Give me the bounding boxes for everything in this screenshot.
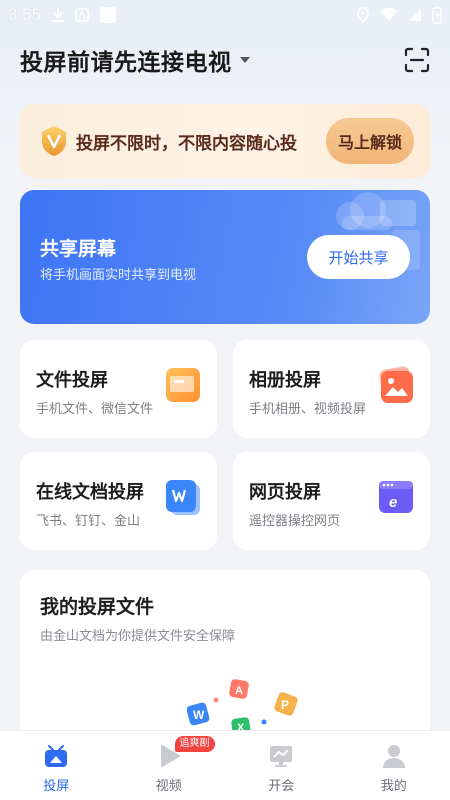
square-notification-icon [100, 7, 117, 23]
online-doc-cast-card[interactable]: 在线文档投屏 飞书、钉钉、金山 [20, 452, 217, 550]
file-cast-card[interactable]: 文件投屏 手机文件、微信文件 [20, 340, 217, 438]
svg-text:W: W [193, 708, 205, 722]
feature-subtitle: 手机文件、微信文件 [36, 402, 154, 417]
tab-label: 我的 [380, 779, 407, 794]
signal-icon [409, 9, 421, 21]
vip-diamond-icon [42, 126, 66, 156]
feature-title: 网页投屏 [249, 482, 321, 503]
meeting-screen-icon [270, 746, 293, 767]
hot-drama-badge: 追爽剧 [174, 736, 215, 752]
bottom-tab-bar: 投屏 追爽剧 视频 开会 我的 [0, 730, 450, 800]
vip-banner[interactable]: 投屏不限时，不限内容随心投 马上解锁 [20, 104, 430, 178]
tab-label: 视频 [155, 779, 182, 794]
tv-cast-icon [45, 745, 68, 767]
status-time: 3:55 [8, 5, 42, 24]
tab-meeting[interactable]: 开会 [225, 731, 338, 800]
feature-subtitle: 飞书、钉钉、金山 [36, 514, 141, 529]
svg-text:e: e [389, 494, 397, 511]
header: 投屏前请先连接电视 [20, 42, 430, 78]
vip-banner-text: 投屏不限时，不限内容随心投 [76, 133, 297, 154]
tab-label: 投屏 [43, 779, 70, 794]
share-screen-card[interactable]: 共享屏幕 将手机画面实时共享到电视 开始共享 [20, 190, 430, 324]
chevron-down-icon[interactable] [239, 57, 250, 63]
my-files-subtitle: 由金山文档为你提供文件安全保障 [40, 629, 236, 644]
battery-icon [432, 6, 442, 24]
wifi-icon [380, 8, 398, 21]
svg-text:P: P [281, 698, 289, 712]
start-share-button[interactable]: 开始共享 [307, 235, 410, 279]
tab-label: 开会 [268, 779, 295, 794]
web-cast-card[interactable]: 网页投屏 遥控器操控网页 e [233, 452, 430, 550]
tab-profile[interactable]: 我的 [338, 731, 450, 800]
connect-tv-title[interactable]: 投屏前请先连接电视 [20, 43, 232, 77]
unlock-button[interactable]: 马上解锁 [326, 118, 414, 164]
album-cast-card[interactable]: 相册投屏 手机相册、视频投屏 [233, 340, 430, 438]
folder-icon [166, 368, 200, 402]
photo-icon [379, 366, 413, 403]
feature-subtitle: 遥控器操控网页 [249, 514, 341, 529]
status-bar: 3:55 [0, 0, 450, 30]
feature-title: 在线文档投屏 [36, 482, 144, 503]
word-doc-icon [166, 480, 200, 515]
location-icon [357, 7, 369, 23]
scan-icon[interactable] [404, 47, 430, 73]
share-screen-subtitle: 将手机画面实时共享到电视 [40, 268, 197, 283]
browser-icon: e [379, 481, 413, 513]
tab-cast[interactable]: 投屏 [0, 731, 113, 800]
app-notification-icon [75, 8, 89, 22]
svg-text:A: A [235, 685, 243, 697]
feature-title: 文件投屏 [36, 370, 108, 391]
feature-subtitle: 手机相册、视频投屏 [249, 402, 367, 417]
tab-video[interactable]: 追爽剧 视频 [113, 731, 226, 800]
feature-title: 相册投屏 [249, 370, 321, 391]
my-files-title: 我的投屏文件 [40, 596, 155, 618]
download-icon [52, 8, 65, 22]
share-screen-title: 共享屏幕 [40, 238, 117, 260]
user-icon [382, 745, 405, 768]
